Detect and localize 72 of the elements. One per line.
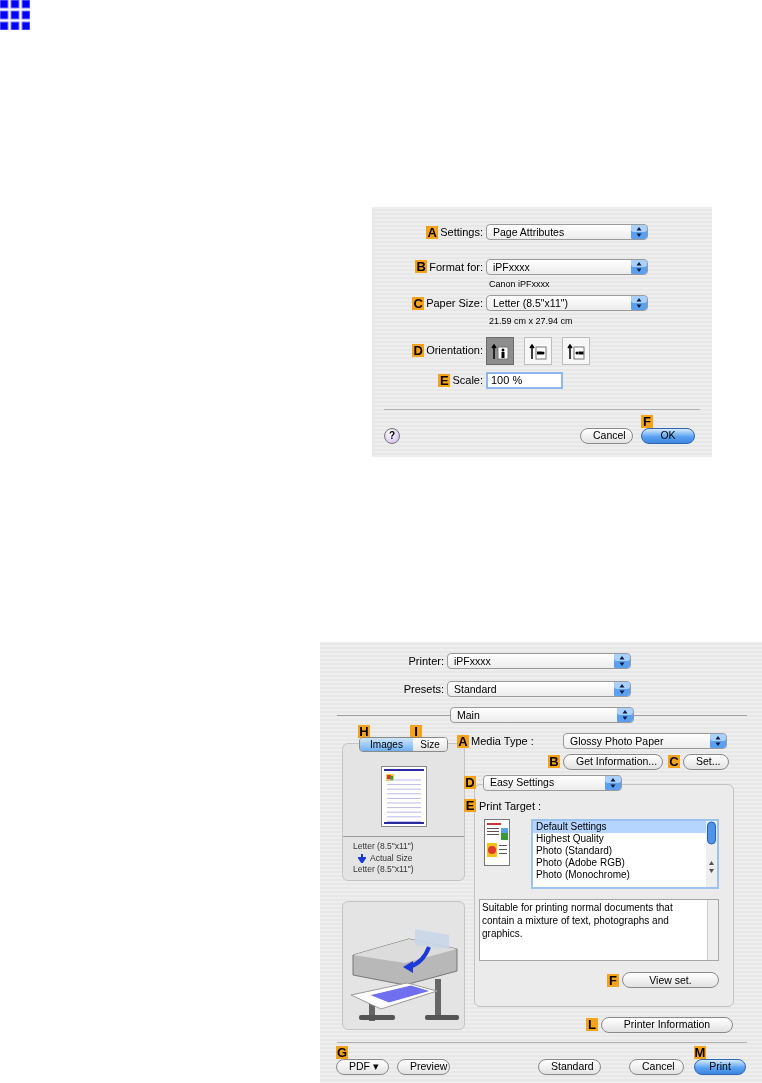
popup-button[interactable]: Letter (8.5"x11") <box>486 295 648 312</box>
callout-letter: E <box>464 799 476 813</box>
field-note: Canon iPFxxxx <box>489 278 551 290</box>
callout-letter: D <box>464 776 476 789</box>
tab[interactable]: Images <box>360 738 413 751</box>
push-button[interactable]: Cancel <box>629 1058 684 1075</box>
callout-letter: L <box>586 1018 598 1031</box>
preview-info: Letter (8.5"x11") <box>353 840 414 854</box>
popup-button[interactable]: Main <box>450 707 634 723</box>
orientation-button[interactable] <box>486 336 514 365</box>
scrollbar <box>707 900 718 960</box>
callout-letter: C <box>412 296 425 310</box>
updown-arrows-icon <box>617 708 633 722</box>
updown-arrows-icon <box>631 296 647 311</box>
push-button[interactable]: PDF ▾ <box>336 1058 389 1075</box>
updown-arrows-icon <box>631 259 647 274</box>
callout-letter: B <box>548 755 560 768</box>
callout-letter: B <box>415 260 428 274</box>
callout-letter: G <box>336 1045 348 1059</box>
scrollbar <box>706 821 717 887</box>
callout-letter: H <box>358 725 370 738</box>
default-button[interactable]: Print <box>694 1058 746 1075</box>
help-button[interactable]: ? <box>384 427 400 444</box>
updown-arrows-icon <box>614 681 630 696</box>
callout-letter: E <box>438 373 451 387</box>
tab[interactable]: Size <box>413 738 447 751</box>
callout-letter: A <box>457 734 469 748</box>
document-thumbnail <box>484 819 510 866</box>
push-button[interactable]: Cancel <box>580 427 633 444</box>
grid-icon <box>0 0 30 30</box>
preview-info: Letter (8.5"x11") <box>353 863 414 877</box>
field-label: Media Type : <box>471 734 535 749</box>
push-button[interactable]: Standard <box>538 1058 601 1075</box>
popup-button[interactable]: Glossy Photo Paper <box>563 733 727 750</box>
updown-arrows-icon <box>614 654 630 669</box>
updown-arrows-icon <box>631 225 647 240</box>
orientation-button[interactable] <box>562 336 590 365</box>
orientation-button[interactable] <box>524 336 552 365</box>
description-text: Suitable for printing normal documents that contain a mixture of text, photographs and graphics. <box>481 901 674 941</box>
push-button[interactable]: Set... <box>683 753 729 770</box>
popup-button[interactable]: Easy Settings <box>483 774 622 791</box>
popup-button[interactable]: Page Attributes <box>486 224 648 241</box>
field-label: Presets: <box>402 681 445 697</box>
callout-letter: A <box>426 225 439 239</box>
preview-info: Actual Size <box>370 851 413 865</box>
scale-field[interactable]: 100 % <box>486 371 563 389</box>
callout-letter: C <box>668 755 680 768</box>
updown-arrows-icon <box>605 775 621 790</box>
field-label: Print Target : <box>479 798 542 814</box>
field-label: Format for: <box>429 259 483 275</box>
callout-letter: D <box>412 344 425 357</box>
push-button[interactable]: View set. <box>622 972 719 988</box>
field-label: Settings: <box>440 225 483 240</box>
callout-letter: F <box>607 973 619 987</box>
popup-button[interactable]: Standard <box>447 680 631 697</box>
popup-button[interactable]: iPFxxxx <box>486 258 648 275</box>
popup-button[interactable]: iPFxxxx <box>447 653 631 670</box>
push-button[interactable]: Get Information... <box>563 753 663 770</box>
push-button[interactable]: Printer Information <box>601 1016 733 1033</box>
callout-letter: M <box>694 1045 706 1059</box>
updown-arrows-icon <box>710 734 726 749</box>
field-label: Orientation: <box>426 343 483 359</box>
field-label: Paper Size: <box>426 296 483 311</box>
push-button[interactable]: Preview <box>397 1058 450 1075</box>
list-item[interactable]: Default Settings <box>533 821 706 833</box>
down-arrow-icon <box>358 853 366 863</box>
callout-letter: F <box>641 414 653 428</box>
field-note: 21.59 cm x 27.94 cm <box>489 314 574 327</box>
default-button[interactable]: OK <box>641 427 695 444</box>
page-preview <box>380 766 427 827</box>
field-label: Printer: <box>407 654 445 669</box>
field-label: Scale: <box>452 372 483 388</box>
